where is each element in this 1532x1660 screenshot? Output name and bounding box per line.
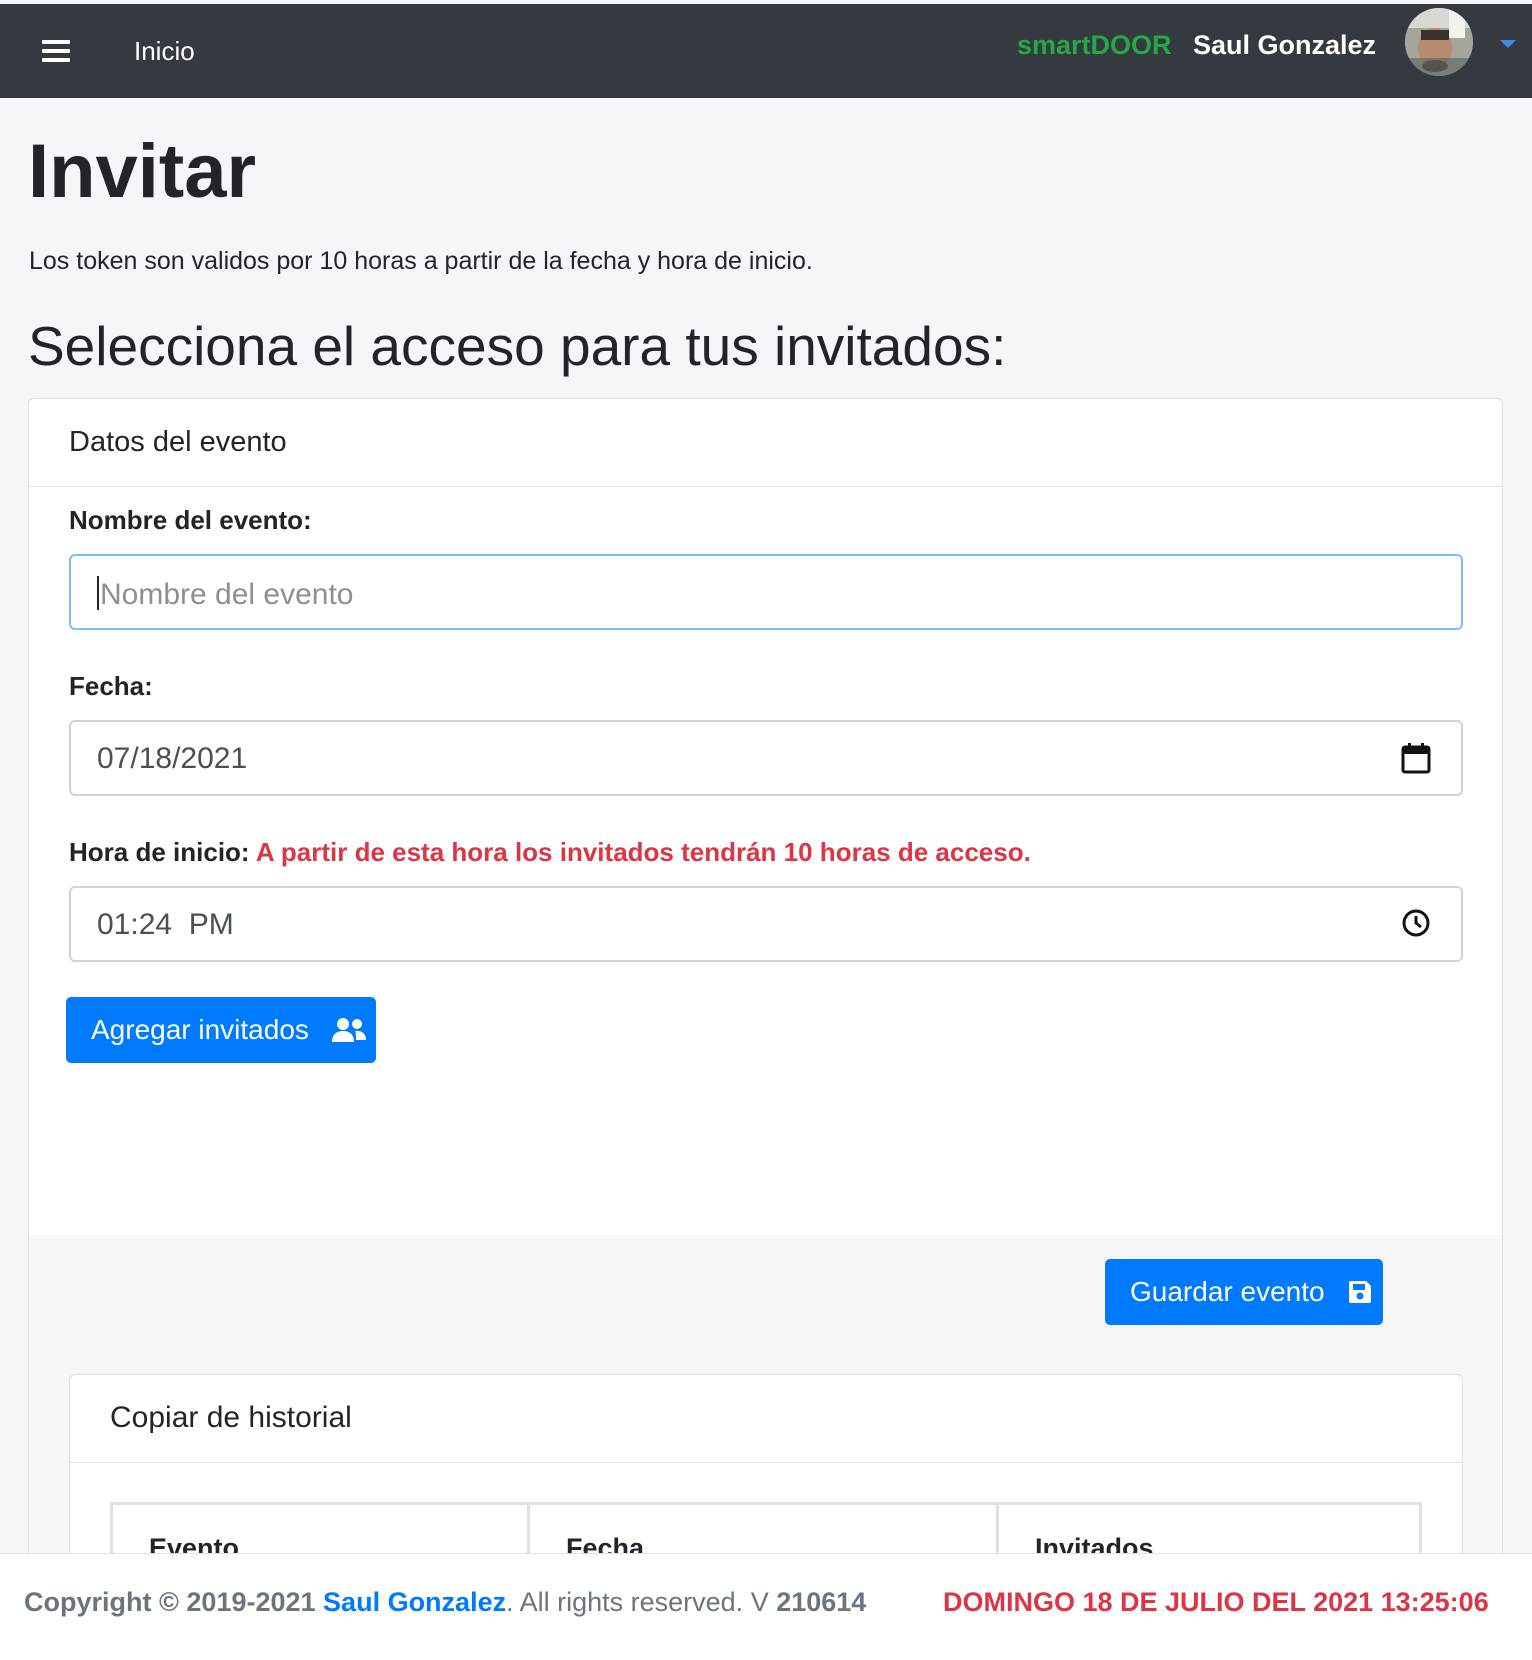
copyright-years: 2019-2021 bbox=[186, 1587, 316, 1617]
user-avatar[interactable] bbox=[1405, 8, 1473, 76]
copyright-text: Copyright © 2019-2021 Saul Gonzalez. All… bbox=[24, 1587, 866, 1618]
add-guests-label: Agregar invitados bbox=[91, 1014, 309, 1045]
section-heading: Selecciona el acceso para tus invitados: bbox=[28, 315, 1007, 377]
rights-reserved: . All rights reserved. V bbox=[506, 1587, 769, 1617]
calendar-icon[interactable] bbox=[1401, 742, 1431, 782]
date-input[interactable]: 07/18/2021 bbox=[69, 720, 1463, 796]
brand-name: smartDOOR bbox=[1017, 30, 1172, 60]
history-card-header: Copiar de historial bbox=[70, 1375, 1462, 1463]
event-name-placeholder: Nombre del evento bbox=[100, 578, 354, 611]
users-icon bbox=[331, 1017, 367, 1043]
date-value: 07/18/2021 bbox=[97, 742, 248, 775]
copyright-prefix: Copyright © bbox=[24, 1587, 179, 1617]
start-time-label-text: Hora de inicio: bbox=[69, 837, 250, 867]
add-guests-button[interactable]: Agregar invitados bbox=[66, 997, 376, 1063]
page-title: Invitar bbox=[28, 129, 257, 214]
event-card: Datos del evento Nombre del evento: Nomb… bbox=[28, 398, 1503, 1622]
bars-icon[interactable] bbox=[42, 40, 70, 64]
avatar-photo bbox=[1405, 8, 1473, 76]
start-time-input[interactable]: 01:24 PM bbox=[69, 886, 1463, 962]
start-time-warning: A partir de esta hora los invitados tend… bbox=[255, 837, 1031, 867]
clock-icon[interactable] bbox=[1401, 908, 1431, 946]
current-datetime: DOMINGO 18 DE JULIO DEL 2021 13:25:06 bbox=[943, 1587, 1489, 1617]
save-event-label: Guardar evento bbox=[1130, 1276, 1325, 1307]
user-name[interactable]: Saul Gonzalez bbox=[1193, 30, 1376, 61]
version-number: 210614 bbox=[776, 1587, 867, 1617]
page-subtitle: Los token son validos por 10 horas a par… bbox=[29, 247, 813, 275]
save-event-button[interactable]: Guardar evento bbox=[1105, 1259, 1383, 1325]
nav-home-link[interactable]: Inicio bbox=[134, 36, 195, 67]
text-cursor bbox=[97, 576, 99, 610]
page-footer: Copyright © 2019-2021 Saul Gonzalez. All… bbox=[0, 1553, 1532, 1660]
author-link[interactable]: Saul Gonzalez bbox=[323, 1587, 506, 1617]
date-label: Fecha: bbox=[69, 671, 153, 701]
event-name-label: Nombre del evento: bbox=[69, 505, 312, 535]
event-name-input[interactable]: Nombre del evento bbox=[69, 554, 1463, 630]
time-value: 01:24 PM bbox=[97, 908, 234, 941]
event-card-header: Datos del evento bbox=[29, 399, 1502, 487]
start-time-label: Hora de inicio: A partir de esta hora lo… bbox=[69, 837, 1031, 868]
caret-down-icon[interactable] bbox=[1500, 40, 1516, 48]
save-icon bbox=[1347, 1279, 1373, 1305]
top-navbar: Inicio smartDOOR Saul Gonzalez bbox=[0, 4, 1532, 98]
